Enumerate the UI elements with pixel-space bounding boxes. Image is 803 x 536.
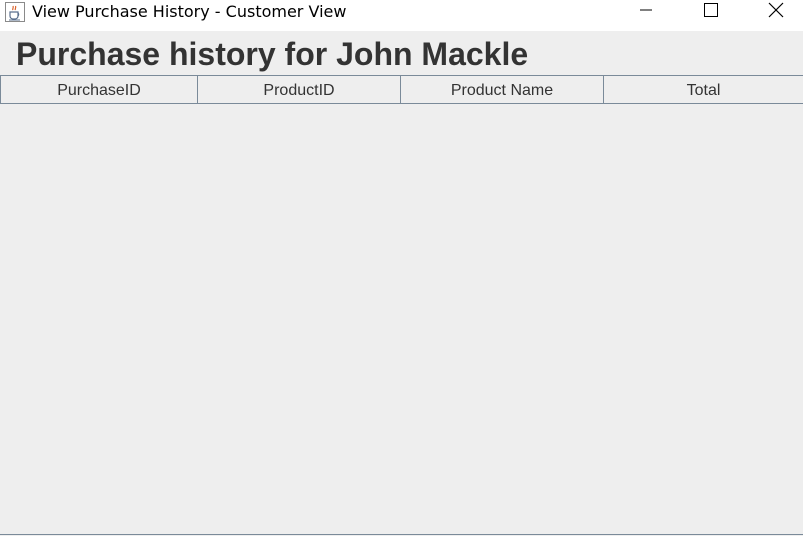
close-button[interactable] — [753, 0, 799, 24]
table-header: PurchaseID ProductID Product Name Total — [0, 76, 803, 104]
page-title: Purchase history for John Mackle — [16, 36, 529, 72]
app-window: View Purchase History - Customer View Pu… — [0, 0, 803, 536]
minimize-icon — [640, 3, 652, 21]
purchase-table[interactable]: PurchaseID ProductID Product Name Total — [0, 75, 803, 535]
minimize-button[interactable] — [623, 0, 669, 24]
column-header-product-name[interactable]: Product Name — [401, 76, 604, 103]
column-header-purchase-id[interactable]: PurchaseID — [0, 76, 198, 103]
maximize-icon — [704, 2, 718, 22]
title-bar[interactable]: View Purchase History - Customer View — [0, 0, 803, 31]
maximize-button[interactable] — [688, 0, 734, 24]
table-body[interactable] — [0, 104, 803, 534]
content-panel: Purchase history for John Mackle Purchas… — [0, 31, 803, 536]
column-header-total[interactable]: Total — [604, 76, 803, 103]
java-cup-icon — [5, 2, 25, 22]
window-title: View Purchase History - Customer View — [32, 2, 347, 21]
close-icon — [768, 2, 784, 23]
column-header-product-id[interactable]: ProductID — [198, 76, 401, 103]
